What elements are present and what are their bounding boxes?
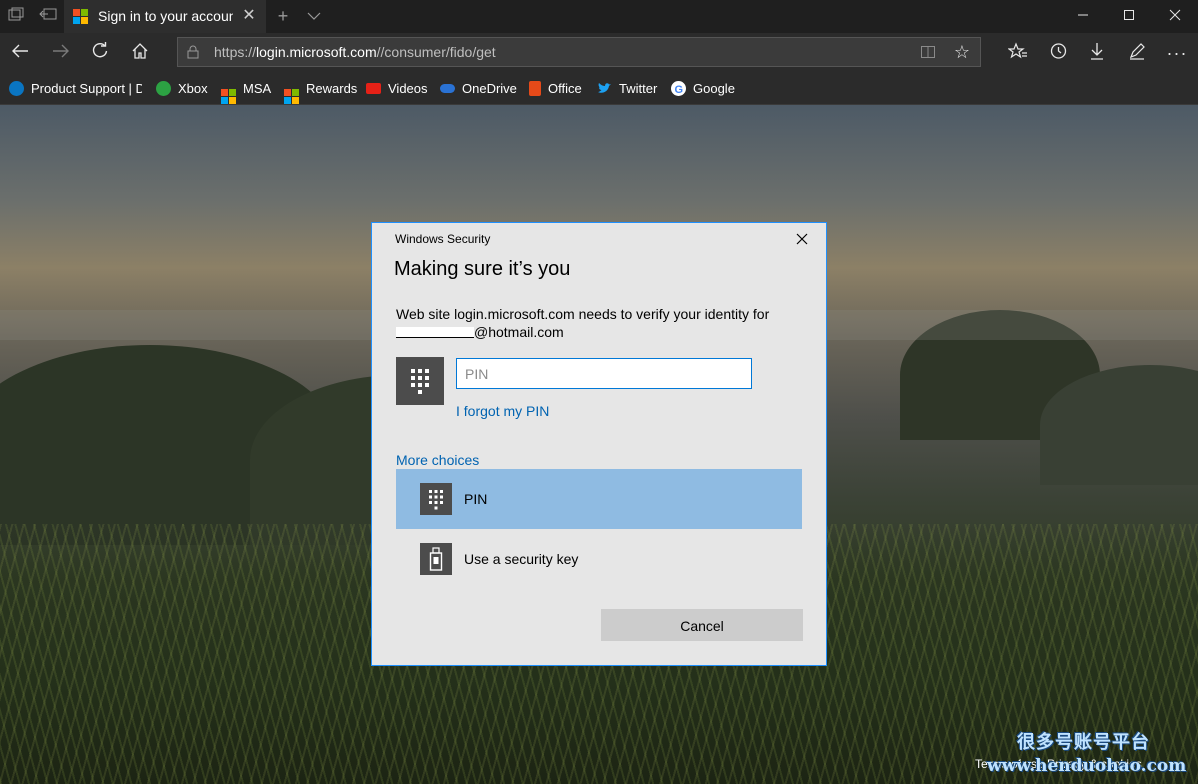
dialog-message: Web site login.microsoft.com needs to ve… [396, 305, 796, 341]
tab-title: Sign in to your accoun [98, 8, 233, 24]
favorite-onedrive[interactable]: OneDrive [440, 80, 517, 98]
set-tabs-aside-icon[interactable] [39, 7, 57, 25]
microsoft-logo-icon [73, 9, 88, 24]
xbox-icon [156, 81, 171, 96]
favorites-hub-icon[interactable] [1007, 42, 1029, 64]
url-path: //consumer/fido/get [376, 44, 496, 60]
watermark-line2: www.henduohao.com [987, 756, 1187, 776]
url-domain: login.microsoft.com [256, 44, 377, 60]
favorite-office[interactable]: Office [529, 80, 582, 98]
home-icon[interactable] [129, 42, 151, 64]
tab-bar: Sign in to your accoun ✕ + [0, 0, 1198, 33]
keypad-icon [411, 369, 429, 394]
dialog-source: Windows Security [395, 232, 491, 246]
url-text[interactable]: https://login.microsoft.com//consumer/fi… [214, 44, 496, 60]
favorite-label: Office [548, 81, 582, 96]
favorites-bar: Product Support | De Xbox MSA Rewards Vi… [0, 73, 1198, 105]
dell-icon [9, 81, 24, 96]
office-icon [529, 81, 541, 96]
option-label: Use a security key [464, 551, 579, 567]
favorite-label: Rewards [306, 81, 358, 96]
minimize-icon[interactable] [1060, 0, 1106, 33]
option-pin[interactable]: PIN [396, 469, 802, 529]
pen-icon[interactable] [1126, 42, 1148, 64]
microsoft-logo-icon [221, 89, 236, 104]
new-tab-icon[interactable]: + [274, 7, 292, 25]
cloud-icon [440, 84, 455, 93]
url-prefix: https:// [214, 44, 257, 60]
back-icon[interactable] [9, 42, 31, 64]
address-bar[interactable]: https://login.microsoft.com//consumer/fi… [177, 37, 981, 67]
favorite-label: Xbox [178, 81, 208, 96]
favorite-google[interactable]: G Google [671, 80, 735, 98]
favorite-msa[interactable]: MSA [221, 80, 272, 104]
history-icon[interactable] [1047, 42, 1069, 64]
navigation-bar: https://login.microsoft.com//consumer/fi… [0, 33, 1198, 73]
favorite-twitter[interactable]: Twitter [597, 80, 657, 98]
tab-active[interactable]: Sign in to your accoun ✕ [64, 0, 266, 33]
cancel-button[interactable]: Cancel [601, 609, 803, 641]
twitter-icon [597, 81, 612, 96]
favorite-videos[interactable]: Videos [366, 80, 428, 98]
refresh-icon[interactable] [89, 42, 111, 64]
maximize-icon[interactable] [1106, 0, 1152, 33]
windows-security-dialog: Windows Security Making sure it’s you We… [371, 222, 827, 666]
favorite-label: OneDrive [462, 81, 517, 96]
svg-text:G: G [675, 84, 684, 96]
favorite-label: Twitter [619, 81, 658, 96]
favorite-rewards[interactable]: Rewards [284, 80, 358, 104]
pin-keypad-tile [396, 357, 444, 405]
favorite-label: Videos [388, 81, 428, 96]
keypad-icon [420, 483, 452, 515]
favorite-label: Product Support | De [31, 81, 142, 96]
watermark: 很多号账号平台 www.henduohao.com [987, 728, 1186, 776]
chevron-down-icon[interactable] [305, 7, 323, 25]
account-line: @hotmail.com [396, 323, 796, 341]
favorite-label: MSA [243, 81, 272, 96]
tab-actions-icon[interactable] [7, 7, 25, 25]
favorite-xbox[interactable]: Xbox [156, 80, 208, 98]
favorite-star-icon[interactable]: ☆ [952, 42, 972, 62]
lock-icon [187, 45, 199, 59]
watermark-line1: 很多号账号平台 [1017, 732, 1150, 753]
dialog-close-icon[interactable] [792, 229, 812, 249]
google-icon: G [671, 81, 686, 96]
window-close-icon[interactable] [1152, 0, 1198, 33]
dialog-title: Making sure it’s you [394, 258, 571, 280]
tab-close-icon[interactable]: ✕ [240, 7, 258, 25]
downloads-icon[interactable] [1086, 42, 1108, 64]
favorite-product-support[interactable]: Product Support | De [9, 80, 142, 98]
usb-key-icon [420, 543, 452, 575]
youtube-icon [366, 83, 381, 94]
more-choices-label: More choices [396, 452, 480, 468]
forgot-pin-link[interactable]: I forgot my PIN [456, 403, 549, 419]
account-suffix: @hotmail.com [474, 324, 564, 340]
forward-icon[interactable] [50, 42, 72, 64]
microsoft-logo-icon [284, 89, 299, 104]
favorite-label: Google [693, 81, 735, 96]
more-menu-icon[interactable]: ··· [1166, 42, 1188, 64]
redacted-username [396, 327, 474, 338]
option-label: PIN [464, 491, 488, 507]
verify-identity-text: Web site login.microsoft.com needs to ve… [396, 306, 770, 322]
reading-view-icon[interactable] [920, 44, 936, 60]
option-security-key[interactable]: Use a security key [396, 529, 802, 589]
pin-input[interactable] [456, 358, 752, 389]
